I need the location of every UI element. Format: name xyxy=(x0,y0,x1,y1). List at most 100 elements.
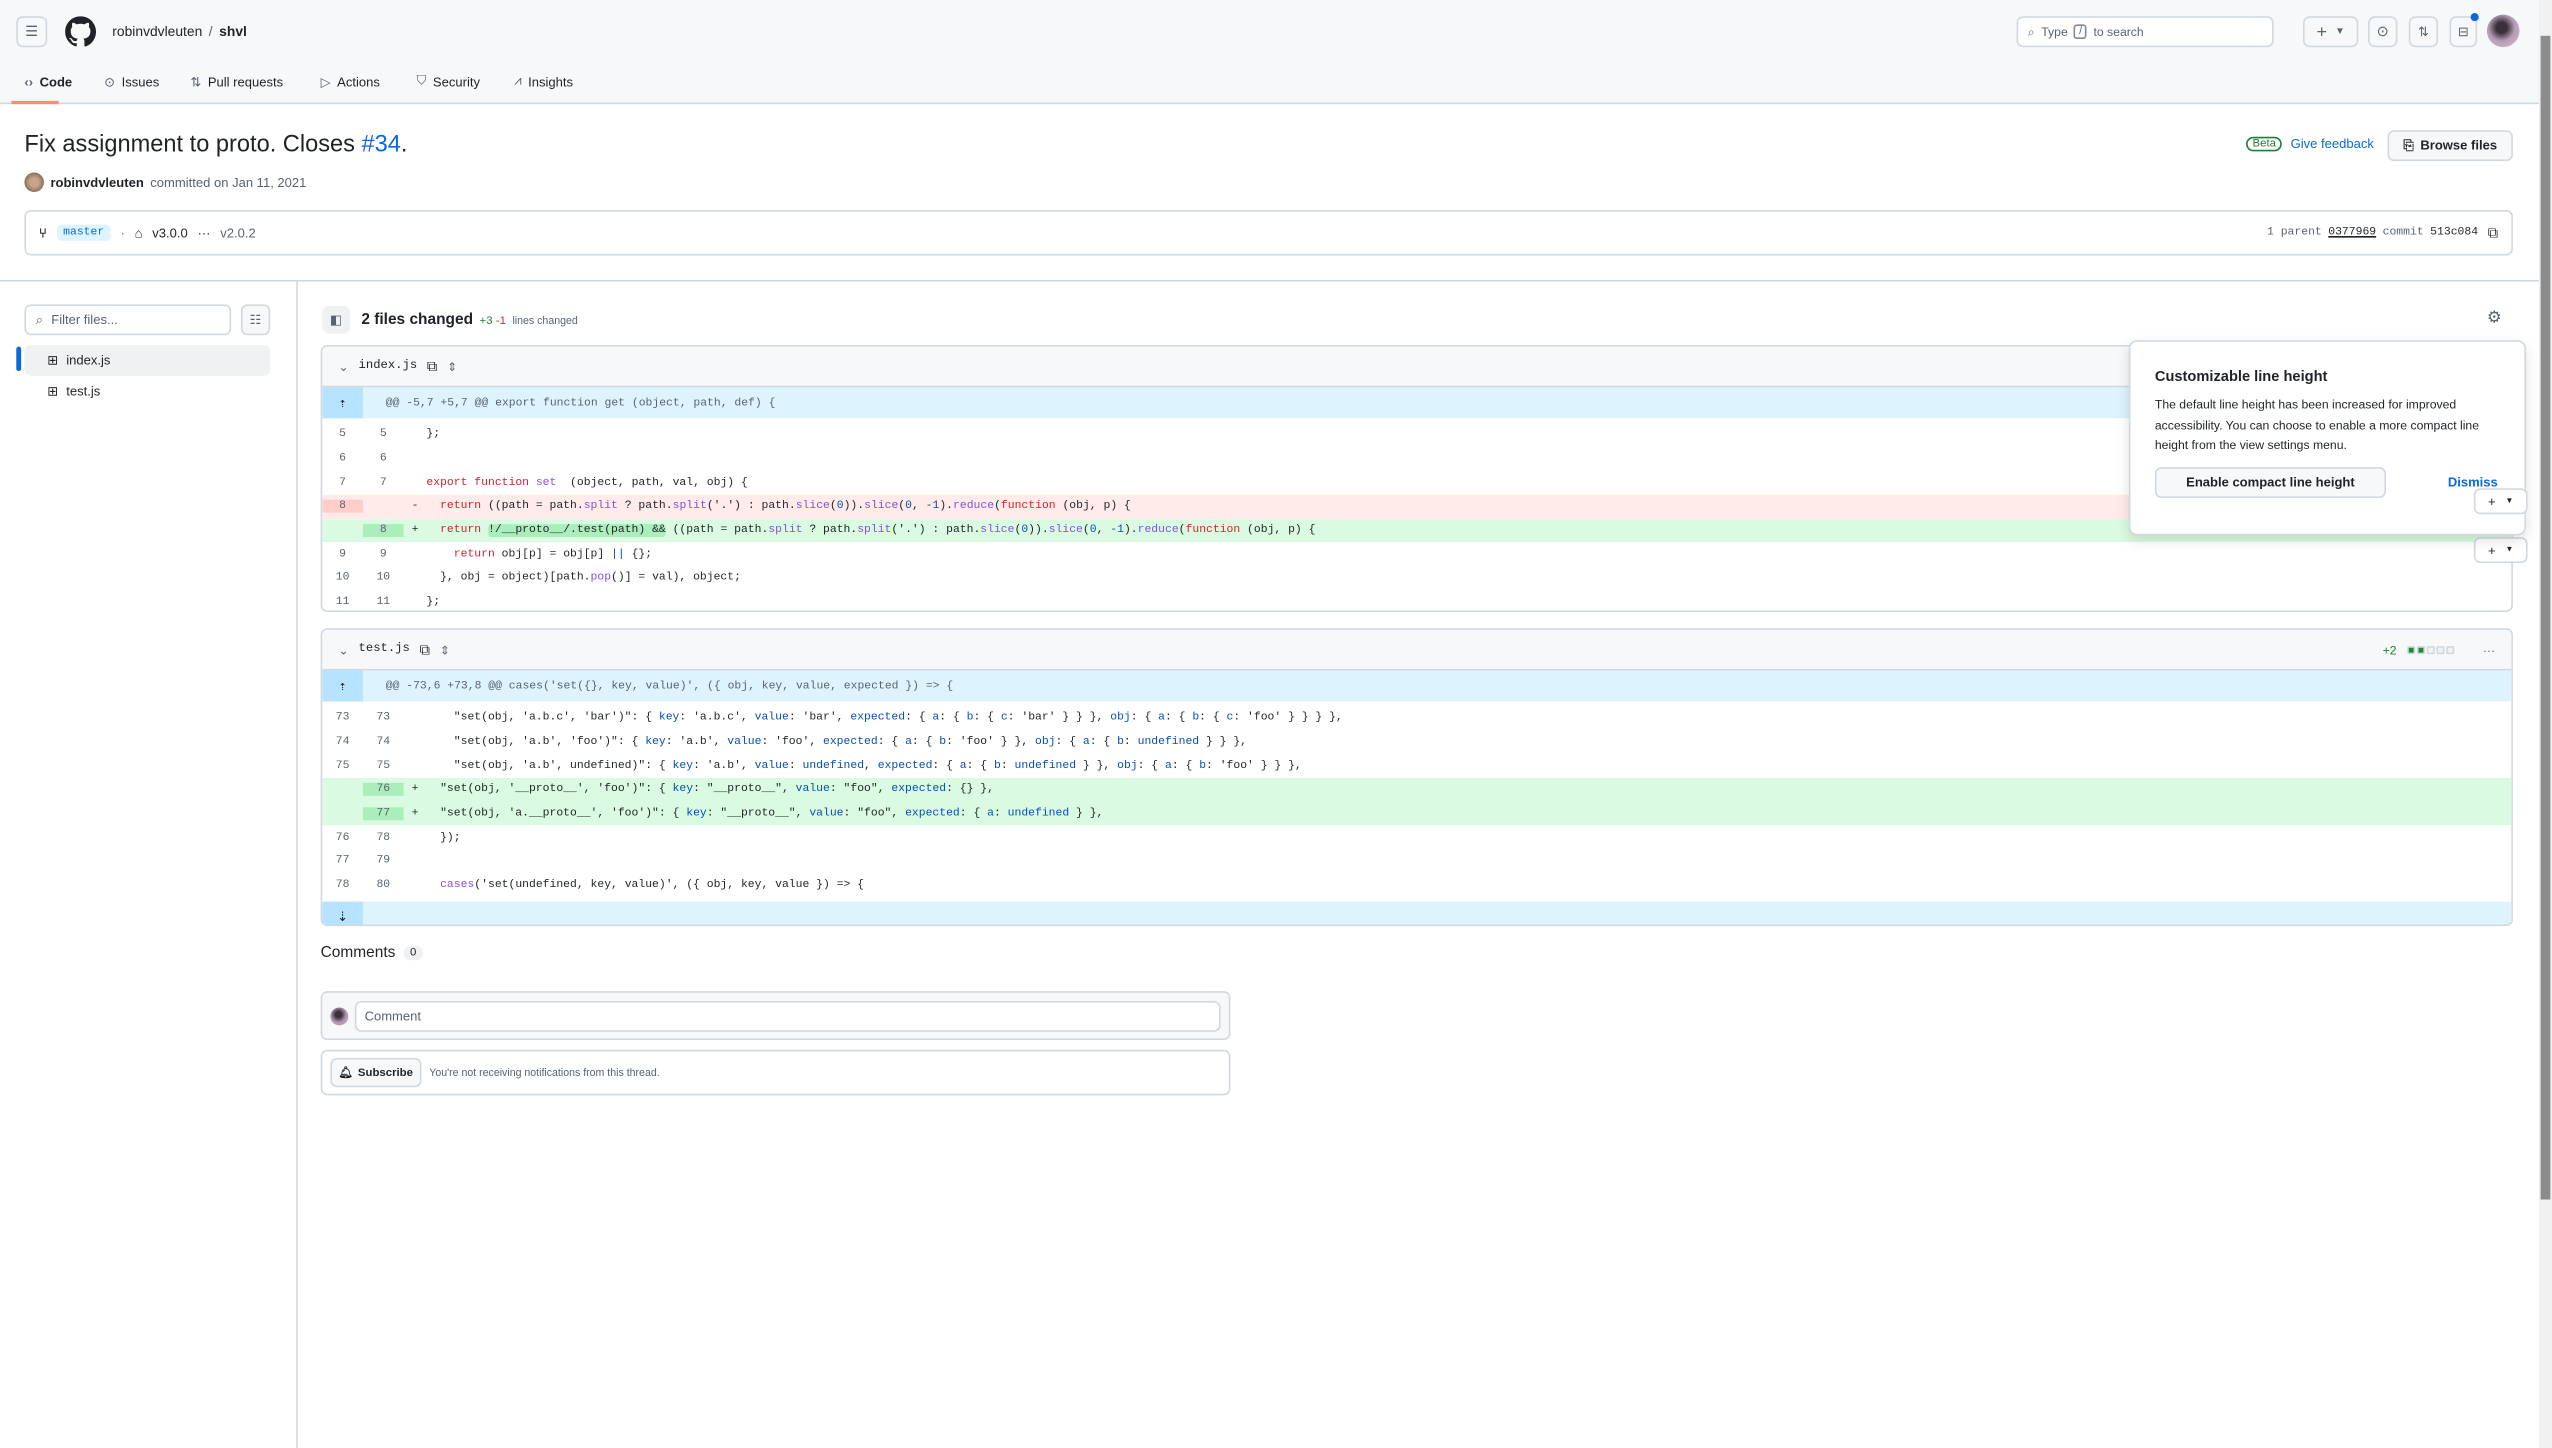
new-line-number[interactable]: 73 xyxy=(363,712,404,725)
filter-options-button[interactable]: ☷ xyxy=(240,304,271,336)
new-line-number[interactable]: 8 xyxy=(362,524,404,538)
old-line-number[interactable]: 78 xyxy=(322,879,363,892)
expand-up-icon[interactable]: ⇡ xyxy=(322,387,363,419)
chevron-down-icon[interactable]: ⌄ xyxy=(339,642,349,657)
new-line-number[interactable]: 80 xyxy=(363,879,404,892)
code-token: : "foo", xyxy=(843,807,906,821)
issues-button[interactable]: ⊙ xyxy=(2368,16,2398,48)
copy-icon[interactable]: ⧉ xyxy=(2488,224,2498,242)
subscribe-button[interactable]: 🔔︎ Subscribe xyxy=(330,1057,422,1088)
create-new-button[interactable]: + ▼ xyxy=(2302,16,2359,48)
expand-down-icon[interactable]: ⇣ xyxy=(322,900,363,925)
old-line-number[interactable]: 76 xyxy=(322,831,363,844)
tag-link[interactable]: v3.0.0 xyxy=(152,225,187,240)
new-line-number[interactable]: 78 xyxy=(363,831,404,844)
repo-link[interactable]: shvl xyxy=(219,23,247,39)
expand-all-icon[interactable]: ⇕ xyxy=(447,359,457,374)
add-line-button[interactable]: + ▼ xyxy=(2473,537,2528,564)
code-token: : { xyxy=(966,759,995,773)
code-token: {}; xyxy=(624,548,653,562)
code-token: ( xyxy=(1082,524,1090,538)
parent-sha-link[interactable]: 0377969 xyxy=(2328,226,2376,239)
code-token: function xyxy=(1000,500,1056,514)
toggle-sidebar-button[interactable]: ◧ xyxy=(322,305,350,334)
dismiss-button[interactable]: Dismiss xyxy=(2448,474,2498,489)
diff-stat-block xyxy=(2445,645,2454,654)
user-avatar[interactable] xyxy=(2486,14,2520,48)
new-line-number[interactable]: 5 xyxy=(363,429,404,442)
more-options-icon[interactable]: ··· xyxy=(2483,642,2495,657)
file-tree-item-index-js[interactable]: ⊞ index.js xyxy=(24,345,271,376)
expand-up-icon[interactable]: ⇡ xyxy=(322,670,363,702)
old-line-number[interactable]: 11 xyxy=(322,596,363,609)
file-name[interactable]: index.js xyxy=(359,360,418,373)
gear-icon[interactable]: ⚙ xyxy=(2487,309,2502,327)
old-line-number[interactable]: 77 xyxy=(322,855,363,868)
new-line-number[interactable]: 9 xyxy=(363,548,404,561)
owner-link[interactable]: robinvdvleuten xyxy=(112,23,202,39)
give-feedback-link[interactable]: Give feedback xyxy=(2291,137,2374,152)
old-line-number[interactable]: 6 xyxy=(322,453,363,466)
github-logo-icon[interactable] xyxy=(65,16,97,47)
new-line-number[interactable]: 10 xyxy=(363,572,404,585)
old-line-number[interactable]: 75 xyxy=(322,760,363,773)
old-line-number[interactable]: 5 xyxy=(322,429,363,442)
issue-link[interactable]: #34 xyxy=(362,132,401,158)
hamburger-icon: ☰ xyxy=(25,22,39,40)
expand-all-icon[interactable]: ⇕ xyxy=(440,642,450,657)
code-token: : { xyxy=(1199,711,1227,725)
tab-code[interactable]: ‹› Code xyxy=(24,70,72,93)
new-line-number[interactable]: 75 xyxy=(363,760,404,773)
tab-security[interactable]: ⛉ Security xyxy=(417,70,480,93)
code-token: b xyxy=(1117,735,1124,749)
new-line-number[interactable]: 74 xyxy=(363,736,404,749)
add-line-button[interactable]: + ▼ xyxy=(2473,488,2528,515)
copy-icon[interactable]: ⧉ xyxy=(420,640,430,658)
new-line-number[interactable]: 79 xyxy=(363,855,404,868)
new-line-number[interactable]: 76 xyxy=(362,783,404,797)
file-name[interactable]: test.js xyxy=(359,643,410,656)
tab-actions[interactable]: ▷ Actions xyxy=(321,70,380,93)
code-token: : xyxy=(788,759,803,773)
new-line-number[interactable]: 6 xyxy=(363,453,404,466)
menu-button[interactable]: ☰ xyxy=(16,16,48,48)
tab-insights[interactable]: ⩘ Insights xyxy=(514,70,573,93)
code-token: slice xyxy=(864,500,899,514)
diff-line: 77 79 xyxy=(322,850,2511,874)
old-line-number[interactable]: 7 xyxy=(322,476,363,489)
scrollbar[interactable] xyxy=(2538,0,2552,1448)
code-token: key xyxy=(686,807,707,821)
old-line-number[interactable]: 9 xyxy=(322,548,363,561)
more-tags-button[interactable]: ··· xyxy=(197,225,210,240)
diff-stat-block xyxy=(2406,645,2415,654)
new-line-number[interactable]: 11 xyxy=(363,596,404,609)
branch-label[interactable]: master xyxy=(56,224,111,241)
chevron-down-icon[interactable]: ⌄ xyxy=(339,359,349,374)
code: }); xyxy=(426,831,461,844)
old-line-number[interactable]: 74 xyxy=(322,736,363,749)
tab-pull-requests[interactable]: ⇅ Pull requests xyxy=(190,70,283,93)
pull-requests-button[interactable]: ⇅ xyxy=(2408,16,2439,48)
filter-files-input[interactable]: ⌕ Filter files... xyxy=(24,304,232,336)
commit-sha: 513c084 xyxy=(2430,226,2479,240)
diff-marker: + xyxy=(411,783,419,797)
enable-compact-line-height-button[interactable]: Enable compact line height xyxy=(2154,466,2386,498)
old-line-number[interactable]: 10 xyxy=(322,572,363,585)
tag-link-old[interactable]: v2.0.2 xyxy=(220,225,255,240)
new-line-number[interactable]: 77 xyxy=(362,807,404,821)
new-line-number[interactable]: 7 xyxy=(363,476,404,489)
old-line-number[interactable]: 73 xyxy=(322,712,363,725)
code: }; xyxy=(426,429,440,442)
code-token: expected xyxy=(877,759,933,773)
old-line-number[interactable]: 8 xyxy=(322,500,363,514)
comment-input[interactable]: Comment xyxy=(354,1000,1221,1032)
author-avatar[interactable] xyxy=(24,172,44,193)
scrollbar-thumb[interactable] xyxy=(2540,35,2551,1200)
copy-icon[interactable]: ⧉ xyxy=(427,357,437,375)
code-token: : xyxy=(993,807,1008,821)
author-link[interactable]: robinvdvleuten xyxy=(50,175,143,190)
tab-issues[interactable]: ⊙ Issues xyxy=(104,70,159,93)
file-tree-item-test-js[interactable]: ⊞ test.js xyxy=(24,376,270,407)
browse-files-button[interactable]: ⎘ Browse files xyxy=(2387,130,2513,162)
search-input[interactable]: ⌕ Type / to search xyxy=(2016,16,2274,48)
